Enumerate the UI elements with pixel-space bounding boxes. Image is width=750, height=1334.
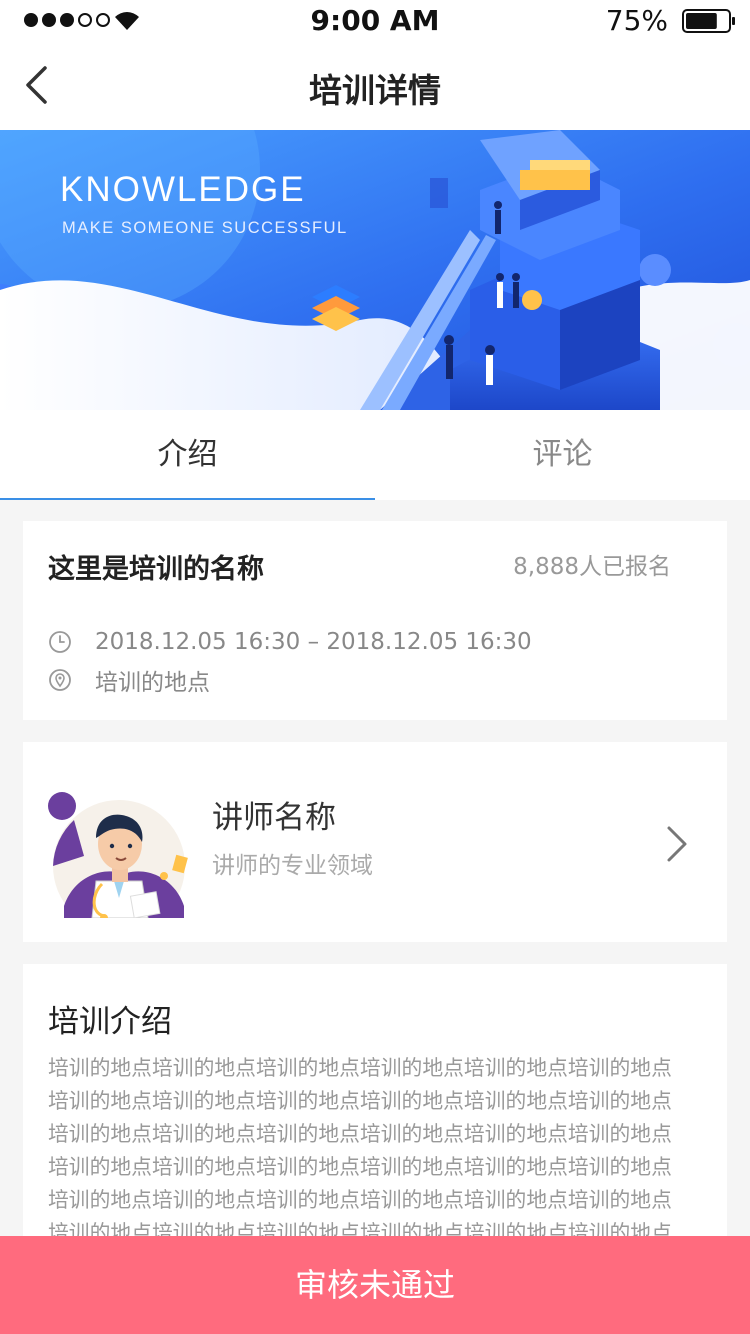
intro-body: 培训的地点培训的地点培训的地点培训的地点培训的地点培训的地点培训的地点培训的地点… [48, 1056, 672, 1245]
teacher-name: 讲师名称 [212, 800, 336, 836]
tab-comments[interactable]: 评论 [375, 410, 750, 500]
intro-title: 培训介绍 [48, 1004, 172, 1040]
training-location-row: 培训的地点 [48, 665, 210, 696]
enrollment-count: 8,888人已报名 [513, 554, 671, 580]
training-time-row: 2018.12.05 16:30 – 2018.12.05 16:30 [48, 627, 532, 657]
teacher-field: 讲师的专业领域 [212, 853, 373, 879]
training-location: 培训的地点 [95, 670, 210, 696]
tab-intro[interactable]: 介绍 [0, 410, 375, 500]
battery-percentage: 75% [605, 4, 668, 37]
clock-icon [49, 631, 71, 653]
nav-bar: 培训详情 [0, 40, 750, 130]
teacher-avatar [48, 792, 188, 918]
status-bar: 9:00 AM 75% [0, 0, 750, 40]
training-name: 这里是培训的名称 [48, 554, 264, 585]
training-info-card: 这里是培训的名称 8,888人已报名 2018.12.05 16:30 – 20… [23, 521, 727, 720]
training-detail-page: 9:00 AM 75% 培训详情 KNOWLEDGE MAKE SOMEONE … [0, 0, 750, 1334]
banner-image: KNOWLEDGE MAKE SOMEONE SUCCESSFUL [0, 130, 750, 410]
tab-bar: 介绍 评论 [0, 410, 750, 500]
training-time: 2018.12.05 16:30 – 2018.12.05 16:30 [95, 629, 532, 655]
page-title: 培训详情 [309, 71, 441, 110]
chevron-right-icon [667, 826, 687, 862]
banner-headline: KNOWLEDGE [60, 170, 306, 209]
active-tab-indicator [0, 498, 375, 500]
banner-subline: MAKE SOMEONE SUCCESSFUL [62, 219, 348, 237]
review-status-button[interactable]: 审核未通过 [0, 1236, 750, 1334]
location-pin-icon [49, 669, 71, 691]
teacher-card[interactable]: 讲师名称 讲师的专业领域 [23, 742, 727, 942]
battery-icon [682, 9, 735, 33]
